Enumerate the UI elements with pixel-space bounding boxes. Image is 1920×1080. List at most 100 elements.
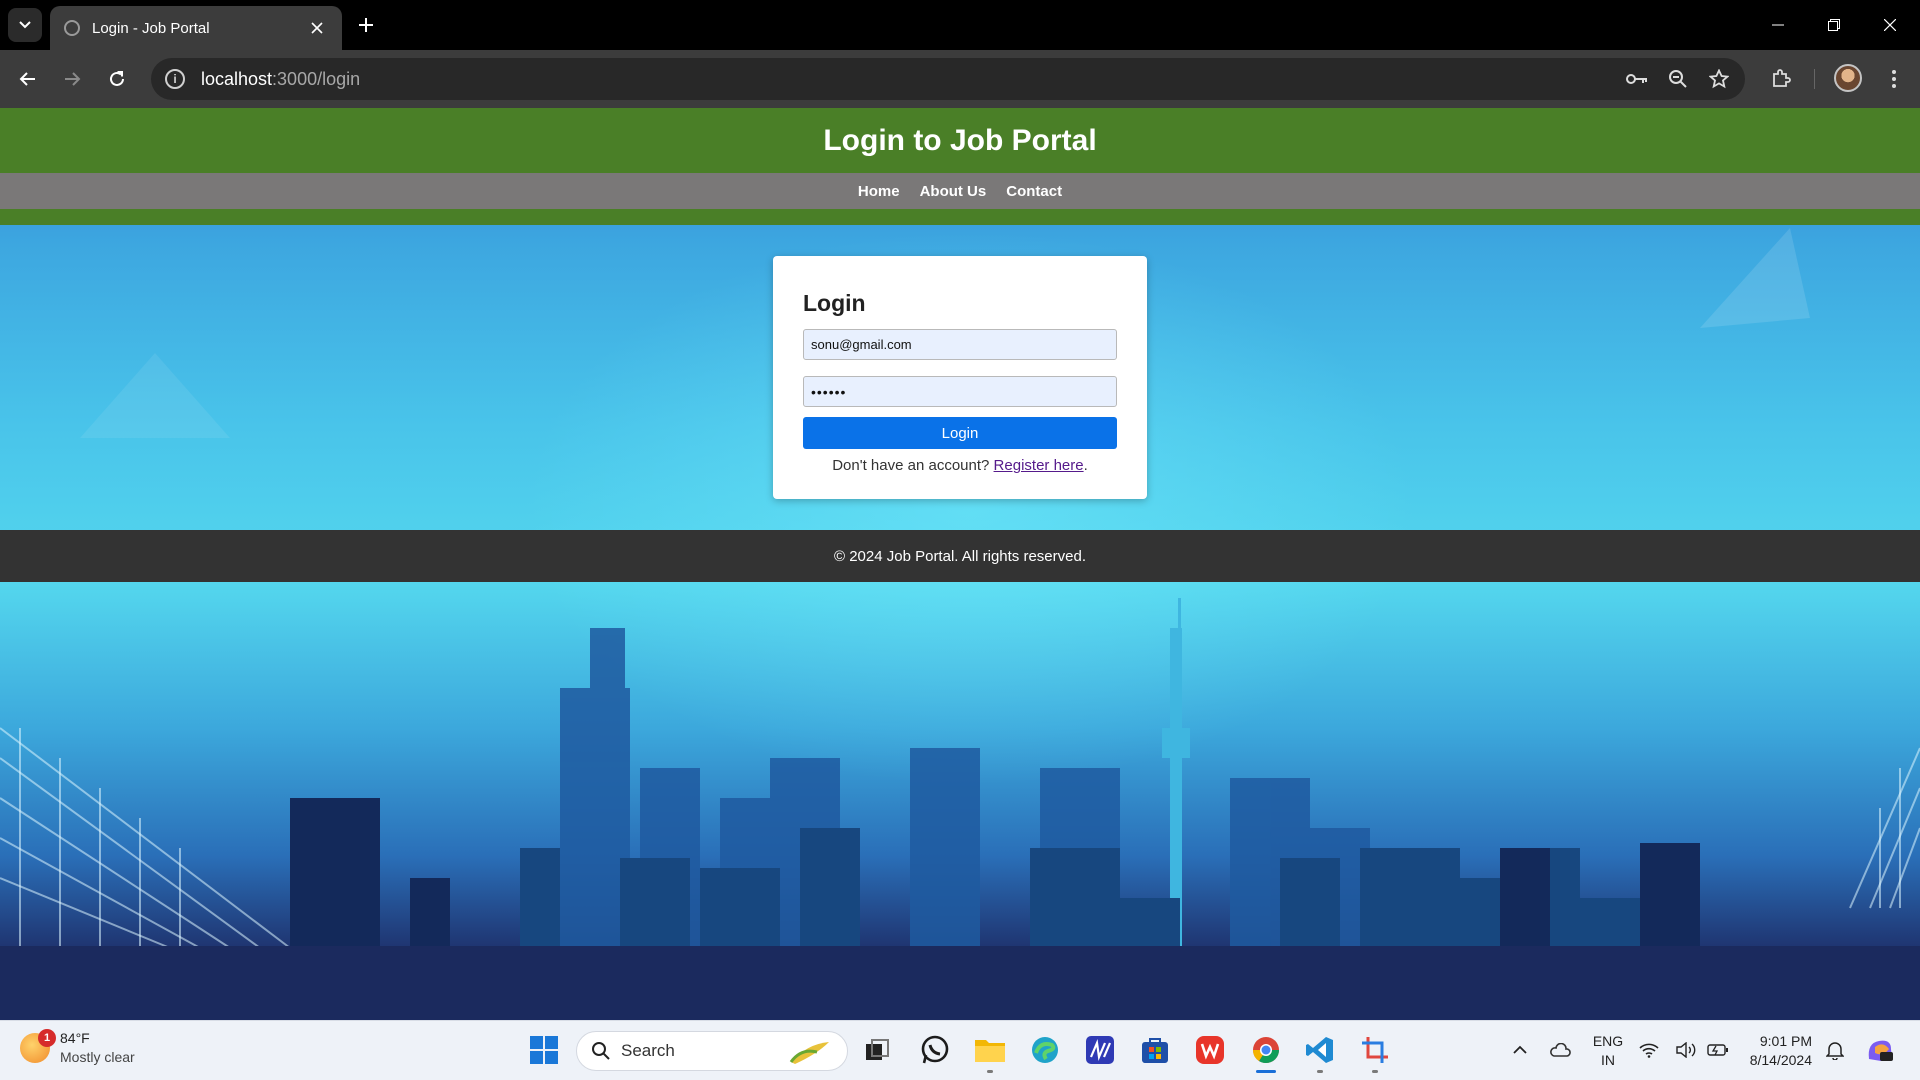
email-field[interactable]: [803, 329, 1117, 360]
tray-volume[interactable]: [1673, 1030, 1699, 1070]
bell-icon: [1826, 1042, 1844, 1060]
running-indicator: [1317, 1070, 1323, 1073]
tray-onedrive[interactable]: [1540, 1030, 1580, 1070]
site-nav: Home About Us Contact: [0, 173, 1920, 209]
edge-icon: [1032, 1037, 1058, 1063]
taskbar-math-app[interactable]: [1080, 1030, 1120, 1070]
chevron-up-icon: [1513, 1045, 1527, 1054]
battery-icon: [1707, 1044, 1728, 1056]
profile-avatar[interactable]: [1834, 64, 1862, 92]
tray-notifications[interactable]: [1817, 1030, 1853, 1070]
new-tab-button[interactable]: [352, 11, 380, 39]
store-icon: [1142, 1038, 1168, 1063]
site-header: Login to Job Portal: [0, 108, 1920, 173]
tray-overflow-button[interactable]: [1500, 1030, 1540, 1070]
taskbar-whatsapp[interactable]: [915, 1030, 955, 1070]
extensions-puzzle-icon[interactable]: [1767, 65, 1795, 93]
page-title: Login to Job Portal: [823, 123, 1097, 157]
taskbar-vscode[interactable]: [1300, 1030, 1340, 1073]
login-button[interactable]: Login: [803, 417, 1117, 449]
url-host: localhost: [201, 68, 273, 89]
volume-icon: [1676, 1042, 1696, 1058]
address-bar[interactable]: i localhost:3000/login: [151, 58, 1745, 100]
start-button[interactable]: [524, 1030, 564, 1070]
weather-widget[interactable]: 1 84°F Mostly clear: [20, 1029, 135, 1067]
close-tab-button[interactable]: [306, 17, 328, 39]
plus-icon: [359, 18, 373, 32]
register-prompt-text: Don't have an account?: [832, 457, 990, 474]
math-app-icon: [1086, 1036, 1114, 1064]
tab-search-button[interactable]: [8, 8, 42, 42]
url-path: :3000/login: [272, 68, 361, 89]
taskbar-edge[interactable]: [1025, 1030, 1065, 1070]
register-suffix: .: [1083, 457, 1088, 474]
wps-office-icon: [1196, 1036, 1224, 1064]
nav-link-contact[interactable]: Contact: [1006, 183, 1062, 200]
copilot-icon: [1868, 1040, 1893, 1061]
cloud-icon: [1550, 1043, 1571, 1057]
site-info-icon[interactable]: i: [165, 69, 185, 89]
chevron-down-icon: [19, 21, 31, 29]
language-indicator[interactable]: ENG IN: [1590, 1032, 1626, 1070]
site-footer: © 2024 Job Portal. All rights reserved.: [0, 530, 1920, 582]
clock-time: 9:01 PM: [1759, 1033, 1812, 1049]
close-icon: [1884, 19, 1896, 31]
corn-highlight-icon: [789, 1042, 829, 1064]
taskbar-wps-office[interactable]: [1190, 1030, 1230, 1070]
tray-clock[interactable]: 9:01 PM 8/14/2024: [1742, 1032, 1812, 1070]
close-window-button[interactable]: [1862, 0, 1918, 50]
weather-temperature: 84°F: [60, 1030, 90, 1046]
whatsapp-icon: [921, 1035, 949, 1064]
browser-tab-strip: Login - Job Portal: [0, 0, 1920, 50]
browser-tab-active[interactable]: Login - Job Portal: [50, 6, 342, 50]
restore-button[interactable]: [1806, 0, 1862, 50]
minimize-button[interactable]: [1750, 0, 1806, 50]
password-field[interactable]: [803, 376, 1117, 407]
search-icon: [592, 1042, 610, 1060]
wifi-icon: [1639, 1043, 1659, 1058]
taskbar-search-box[interactable]: Search: [576, 1031, 848, 1071]
register-link[interactable]: Register here: [994, 457, 1084, 474]
weather-sun-icon: 1: [20, 1029, 56, 1063]
language-code: ENG: [1592, 1033, 1624, 1049]
restore-icon: [1828, 19, 1840, 31]
password-key-icon[interactable]: [1625, 67, 1649, 91]
taskbar-copilot[interactable]: [1860, 1030, 1900, 1070]
footer-copyright: © 2024 Job Portal. All rights reserved.: [833, 547, 1086, 565]
minimize-icon: [1772, 24, 1784, 26]
taskbar-snipping-tool[interactable]: [1355, 1030, 1395, 1073]
forward-button[interactable]: [56, 63, 88, 95]
arrow-right-icon: [65, 72, 81, 86]
running-indicator: [987, 1070, 993, 1073]
taskbar-chrome[interactable]: [1246, 1030, 1286, 1073]
running-indicator: [1372, 1070, 1378, 1073]
reload-button[interactable]: [101, 63, 133, 95]
weather-condition: Mostly clear: [60, 1049, 135, 1065]
snipping-tool-icon: [1362, 1037, 1388, 1063]
arrow-left-icon: [19, 72, 35, 86]
zoom-icon[interactable]: [1666, 67, 1690, 91]
chrome-icon: [1252, 1037, 1280, 1064]
back-button[interactable]: [12, 63, 44, 95]
weather-notification-badge: 1: [38, 1029, 56, 1047]
taskbar-task-view[interactable]: [857, 1030, 897, 1070]
taskbar-store[interactable]: [1135, 1030, 1175, 1070]
header-accent-strip: [0, 209, 1920, 225]
tray-battery[interactable]: [1705, 1030, 1731, 1070]
browser-menu-icon[interactable]: [1880, 65, 1908, 93]
vscode-icon: [1306, 1037, 1333, 1063]
browser-toolbar: i localhost:3000/login: [0, 50, 1920, 108]
login-heading: Login: [803, 290, 866, 316]
taskbar-search-label: Search: [621, 1041, 675, 1060]
windows-logo-icon: [530, 1036, 558, 1064]
globe-icon: [64, 20, 80, 36]
nav-link-about-us[interactable]: About Us: [920, 183, 987, 200]
tray-wifi[interactable]: [1636, 1030, 1662, 1070]
reload-icon: [110, 71, 124, 86]
close-icon: [311, 22, 323, 34]
bookmark-star-icon[interactable]: [1707, 67, 1731, 91]
taskbar-file-explorer[interactable]: [970, 1030, 1010, 1073]
page-viewport: Login to Job Portal Home About Us Contac…: [0, 108, 1920, 1020]
nav-link-home[interactable]: Home: [858, 183, 900, 200]
folder-icon: [975, 1040, 1005, 1062]
